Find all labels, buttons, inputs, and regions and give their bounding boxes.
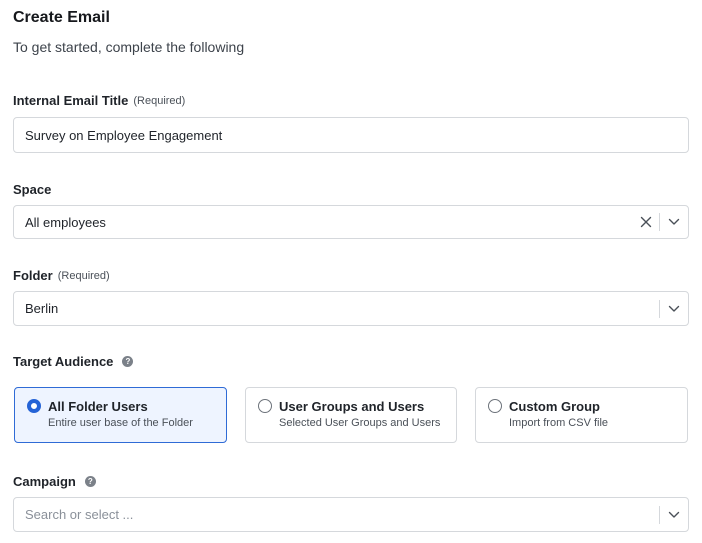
campaign-select[interactable]: Search or select ... (13, 497, 689, 532)
space-select[interactable]: All employees (13, 205, 689, 239)
folder-value: Berlin (25, 301, 59, 316)
campaign-label: Campaign ? (13, 474, 96, 489)
option-description: Import from CSV file (509, 417, 609, 429)
radio-selected-icon[interactable] (27, 399, 41, 413)
chevron-down-icon[interactable] (660, 292, 688, 325)
option-title: User Groups and Users (279, 399, 425, 414)
email-title-label-text: Internal Email Title (13, 93, 129, 108)
folder-select[interactable]: Berlin (13, 291, 689, 326)
radio-icon[interactable] (258, 399, 272, 413)
target-audience-label-text: Target Audience (13, 354, 114, 369)
page-subtitle: To get started, complete the following (13, 39, 245, 55)
email-title-input[interactable]: Survey on Employee Engagement (13, 117, 689, 153)
audience-option-user-groups-and-users[interactable]: User Groups and Users Selected User Grou… (245, 387, 457, 443)
chevron-down-icon[interactable] (660, 498, 688, 531)
space-label: Space (13, 182, 51, 197)
space-label-text: Space (13, 182, 52, 197)
chevron-down-icon[interactable] (660, 206, 688, 238)
clear-icon[interactable] (633, 206, 659, 238)
email-title-value[interactable]: Survey on Employee Engagement (14, 128, 688, 143)
required-indicator: (Required) (133, 94, 186, 107)
audience-option-custom-group[interactable]: Custom Group Import from CSV file (475, 387, 688, 443)
option-title: Custom Group (509, 399, 600, 414)
help-icon[interactable]: ? (84, 476, 96, 487)
folder-label: Folder (Required) (13, 268, 110, 283)
help-icon[interactable]: ? (122, 356, 134, 367)
target-audience-label: Target Audience ? (13, 354, 134, 369)
option-description: Entire user base of the Folder (48, 417, 193, 429)
email-title-label: Internal Email Title (Required) (13, 93, 185, 108)
campaign-search-input[interactable]: Search or select ... (14, 507, 659, 522)
page-title: Create Email (13, 9, 110, 26)
radio-icon[interactable] (488, 399, 502, 413)
folder-label-text: Folder (13, 268, 53, 283)
audience-option-all-folder-users[interactable]: All Folder Users Entire user base of the… (14, 387, 227, 443)
space-value: All employees (25, 214, 106, 230)
option-description: Selected User Groups and Users (279, 417, 441, 429)
option-title: All Folder Users (48, 399, 148, 414)
campaign-label-text: Campaign (13, 474, 76, 489)
required-indicator: (Required) (57, 269, 110, 282)
